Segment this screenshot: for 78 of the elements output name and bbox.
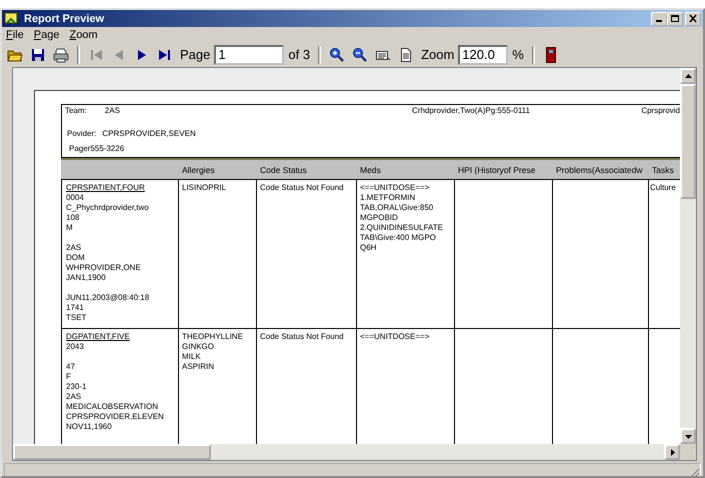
triangle-down-icon bbox=[684, 432, 692, 440]
zoom-out-icon bbox=[352, 46, 368, 62]
med-line: TAB\Give:400 MGPO bbox=[360, 233, 437, 243]
team-label: Team: bbox=[65, 106, 87, 117]
maximize-button[interactable] bbox=[667, 12, 683, 26]
patient-detail: C_Phychrdprovider,two bbox=[66, 203, 150, 213]
patient-detail: TSET bbox=[66, 313, 88, 323]
column-header: Meds bbox=[356, 158, 454, 180]
med-line: <==UNITDOSE==> bbox=[360, 183, 430, 193]
patient-name[interactable]: DGPATIENT,FIVE bbox=[66, 332, 175, 342]
triangle-right-icon bbox=[668, 448, 676, 456]
med-line: TAB,ORAL\Give:850 bbox=[360, 203, 434, 213]
zoom-label: Zoom bbox=[420, 47, 456, 62]
scroll-thumb[interactable] bbox=[680, 84, 696, 199]
scroll-down-button[interactable] bbox=[680, 428, 696, 444]
patient-detail: DOM bbox=[66, 253, 86, 263]
column-header: HPI (Historyof Prese bbox=[454, 158, 552, 180]
patient-detail: 108 bbox=[66, 213, 80, 223]
door-icon bbox=[546, 46, 556, 62]
page-label: Page bbox=[179, 47, 212, 62]
patient-detail: M bbox=[66, 223, 74, 233]
med-line: <==UNITDOSE==> bbox=[360, 332, 430, 342]
app-icon bbox=[4, 12, 20, 26]
zoom-in-icon bbox=[329, 46, 346, 62]
scroll-up-button[interactable] bbox=[680, 68, 696, 84]
code-status-cell: Code Status Not Found bbox=[256, 180, 356, 329]
med-line: Q6H bbox=[360, 243, 378, 253]
provider-text: Cprsprovid bbox=[640, 105, 680, 117]
allergy-text: LISINOPRIL bbox=[182, 183, 228, 193]
scroll-right-button[interactable] bbox=[664, 444, 680, 460]
patient-detail: 2AS bbox=[66, 392, 82, 402]
menu-item[interactable]: Zoom bbox=[69, 28, 98, 42]
allergy-text: GINKGO bbox=[182, 342, 216, 352]
patient-detail: 47 bbox=[66, 362, 76, 372]
patient-detail: F bbox=[66, 372, 72, 382]
menu-item[interactable]: Page bbox=[34, 28, 60, 42]
patient-detail: 0004 bbox=[66, 193, 85, 203]
allergy-text: THEOPHYLLINE bbox=[182, 332, 244, 342]
column-header: Tasks bbox=[648, 158, 680, 180]
patient-detail: NOV11,1960 bbox=[66, 422, 113, 432]
allergy-text: ASPIRIN bbox=[182, 362, 216, 372]
page-count: of 3 bbox=[287, 47, 312, 62]
provider-label: Povider: bbox=[67, 129, 96, 140]
patient-name[interactable]: CPRSPATIENT,FOUR bbox=[66, 183, 175, 193]
close-button[interactable] bbox=[685, 12, 701, 26]
team-value: 2AS bbox=[104, 106, 120, 117]
attending-text: Crhdprovider,Two(A)Pg:555-0111 bbox=[412, 105, 531, 117]
patient-detail: CPRSPROVIDER,ELEVEN bbox=[66, 412, 165, 422]
window-title: Report Preview bbox=[24, 12, 104, 24]
menu-item[interactable]: File bbox=[6, 28, 24, 42]
printer-icon bbox=[53, 46, 69, 62]
percent-label: % bbox=[511, 47, 525, 62]
patient-detail: 2AS bbox=[66, 243, 82, 253]
horizontal-scrollbar[interactable] bbox=[13, 444, 680, 460]
triangle-up-icon bbox=[684, 72, 692, 80]
column-header: Problems(Associatedw bbox=[552, 158, 648, 180]
patient-detail: JAN1,1900 bbox=[66, 273, 107, 283]
column-header: Allergies bbox=[178, 158, 256, 180]
vertical-scrollbar[interactable] bbox=[680, 68, 696, 444]
patient-detail: MEDICALOBSERVATION bbox=[66, 402, 160, 412]
maximize-icon bbox=[670, 14, 680, 23]
pager-text: Pager555-3226 bbox=[68, 143, 126, 155]
patient-detail: 2043 bbox=[66, 342, 85, 352]
close-icon bbox=[688, 14, 698, 23]
med-line: 1.METFORMIN bbox=[360, 193, 416, 203]
provider-value: CPRSPROVIDER,SEVEN bbox=[102, 129, 196, 140]
patient-detail: WHPROVIDER,ONE bbox=[66, 263, 142, 273]
page-number-field[interactable]: 1 bbox=[214, 44, 284, 64]
column-header: Code Status bbox=[256, 158, 356, 180]
scroll-thumb[interactable] bbox=[13, 444, 211, 460]
patient-detail: JUN11,2003@08:40:18 bbox=[66, 293, 150, 303]
allergy-text: MILK bbox=[182, 352, 202, 362]
med-line: MGPOBID bbox=[360, 213, 399, 223]
minimize-button[interactable] bbox=[651, 12, 667, 26]
med-line: 2.QUINIDINESULFATE bbox=[360, 223, 444, 233]
patient-detail: 1741 bbox=[66, 303, 85, 313]
zoom-field[interactable]: 120.0 bbox=[458, 44, 508, 64]
patient-detail: 230-1 bbox=[66, 382, 88, 392]
